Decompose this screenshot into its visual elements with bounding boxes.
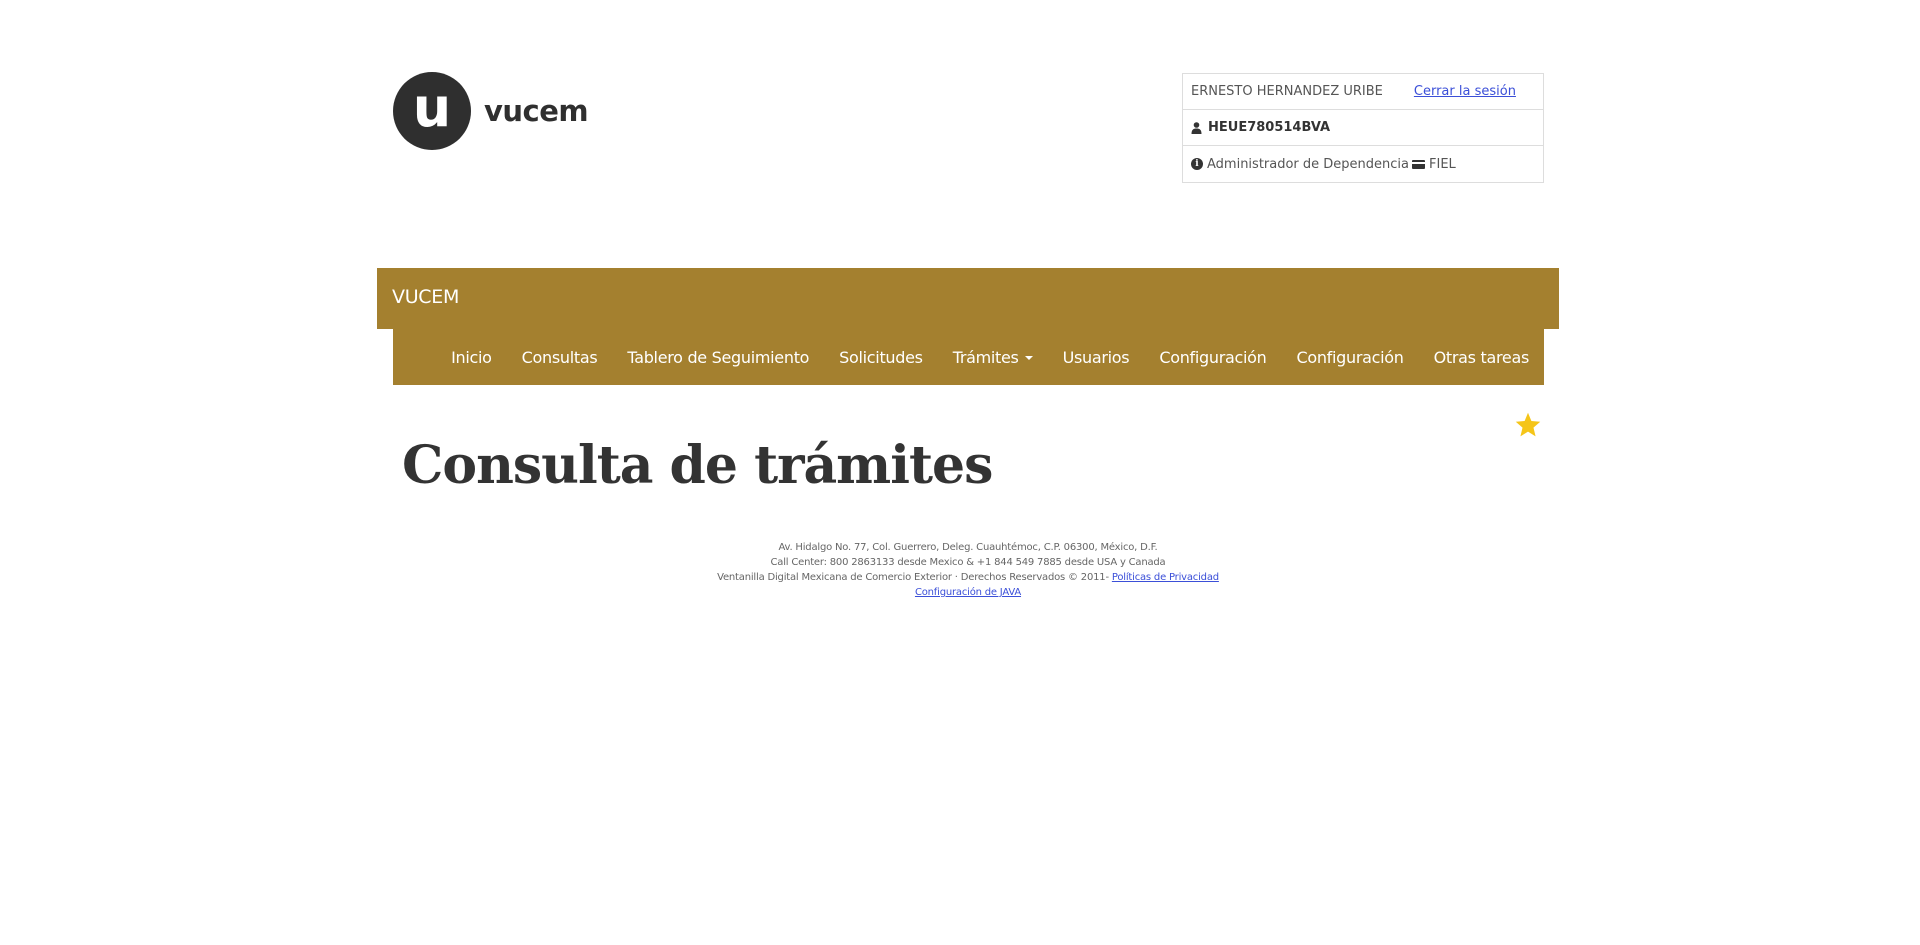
user-rfc: HEUE780514BVA (1208, 120, 1331, 135)
main-navigation: Inicio Consultas Tablero de Seguimiento … (393, 329, 1544, 385)
nav-configuracion-1[interactable]: Configuración (1144, 348, 1281, 367)
user-info-panel: ERNESTO HERNANDEZ URIBE Cerrar la sesión… (1182, 73, 1544, 183)
credit-card-icon (1412, 159, 1426, 169)
nav-usuarios[interactable]: Usuarios (1048, 348, 1145, 367)
user-rfc-row: HEUE780514BVA (1183, 110, 1543, 146)
footer-java-line: Configuración de JAVA (377, 585, 1559, 600)
footer-address: Av. Hidalgo No. 77, Col. Guerrero, Deleg… (778, 542, 1158, 553)
java-config-link[interactable]: Configuración de JAVA (915, 587, 1021, 598)
page-title: Consulta de trámites (402, 435, 993, 496)
nav-inicio[interactable]: Inicio (436, 348, 507, 367)
star-icon[interactable] (1514, 411, 1542, 439)
logo-mark: u (393, 72, 471, 150)
nav-otras-tareas[interactable]: Otras tareas (1419, 348, 1544, 367)
auth-method: FIEL (1429, 156, 1456, 172)
caret-down-icon (1024, 356, 1033, 360)
nav-consultas[interactable]: Consultas (507, 348, 613, 367)
footer-rights-line: Ventanilla Digital Mexicana de Comercio … (377, 570, 1559, 585)
user-name-row: ERNESTO HERNANDEZ URIBE Cerrar la sesión (1183, 74, 1543, 110)
nav-solicitudes[interactable]: Solicitudes (824, 348, 938, 367)
user-role: Administrador de Dependencia (1207, 156, 1410, 172)
footer-call-center: Call Center: 800 2863133 desde Mexico & … (770, 557, 1166, 568)
privacy-policy-link[interactable]: Políticas de Privacidad (1112, 572, 1219, 583)
footer: Av. Hidalgo No. 77, Col. Guerrero, Deleg… (377, 540, 1559, 600)
nav-tramites-dropdown[interactable]: Trámites (938, 348, 1048, 367)
user-name: ERNESTO HERNANDEZ URIBE (1191, 84, 1383, 99)
logout-link[interactable]: Cerrar la sesión (1414, 84, 1516, 99)
vucem-logo[interactable]: u vucem (393, 72, 589, 150)
nav-tablero-seguimiento[interactable]: Tablero de Seguimiento (612, 348, 824, 367)
logo-text: vucem (484, 94, 589, 128)
info-icon: i (1191, 158, 1203, 170)
user-icon (1191, 121, 1202, 134)
page-container: u vucem ERNESTO HERNANDEZ URIBE Cerrar l… (377, 0, 1559, 945)
brand-link[interactable]: VUCEM (392, 286, 459, 308)
footer-rights: Ventanilla Digital Mexicana de Comercio … (717, 572, 1109, 583)
nav-configuracion-2[interactable]: Configuración (1281, 348, 1418, 367)
user-role-row: i Administrador de Dependencia FIEL (1183, 146, 1543, 182)
nav-tramites-label: Trámites (952, 347, 1019, 367)
top-brand-bar: VUCEM (377, 268, 1559, 329)
